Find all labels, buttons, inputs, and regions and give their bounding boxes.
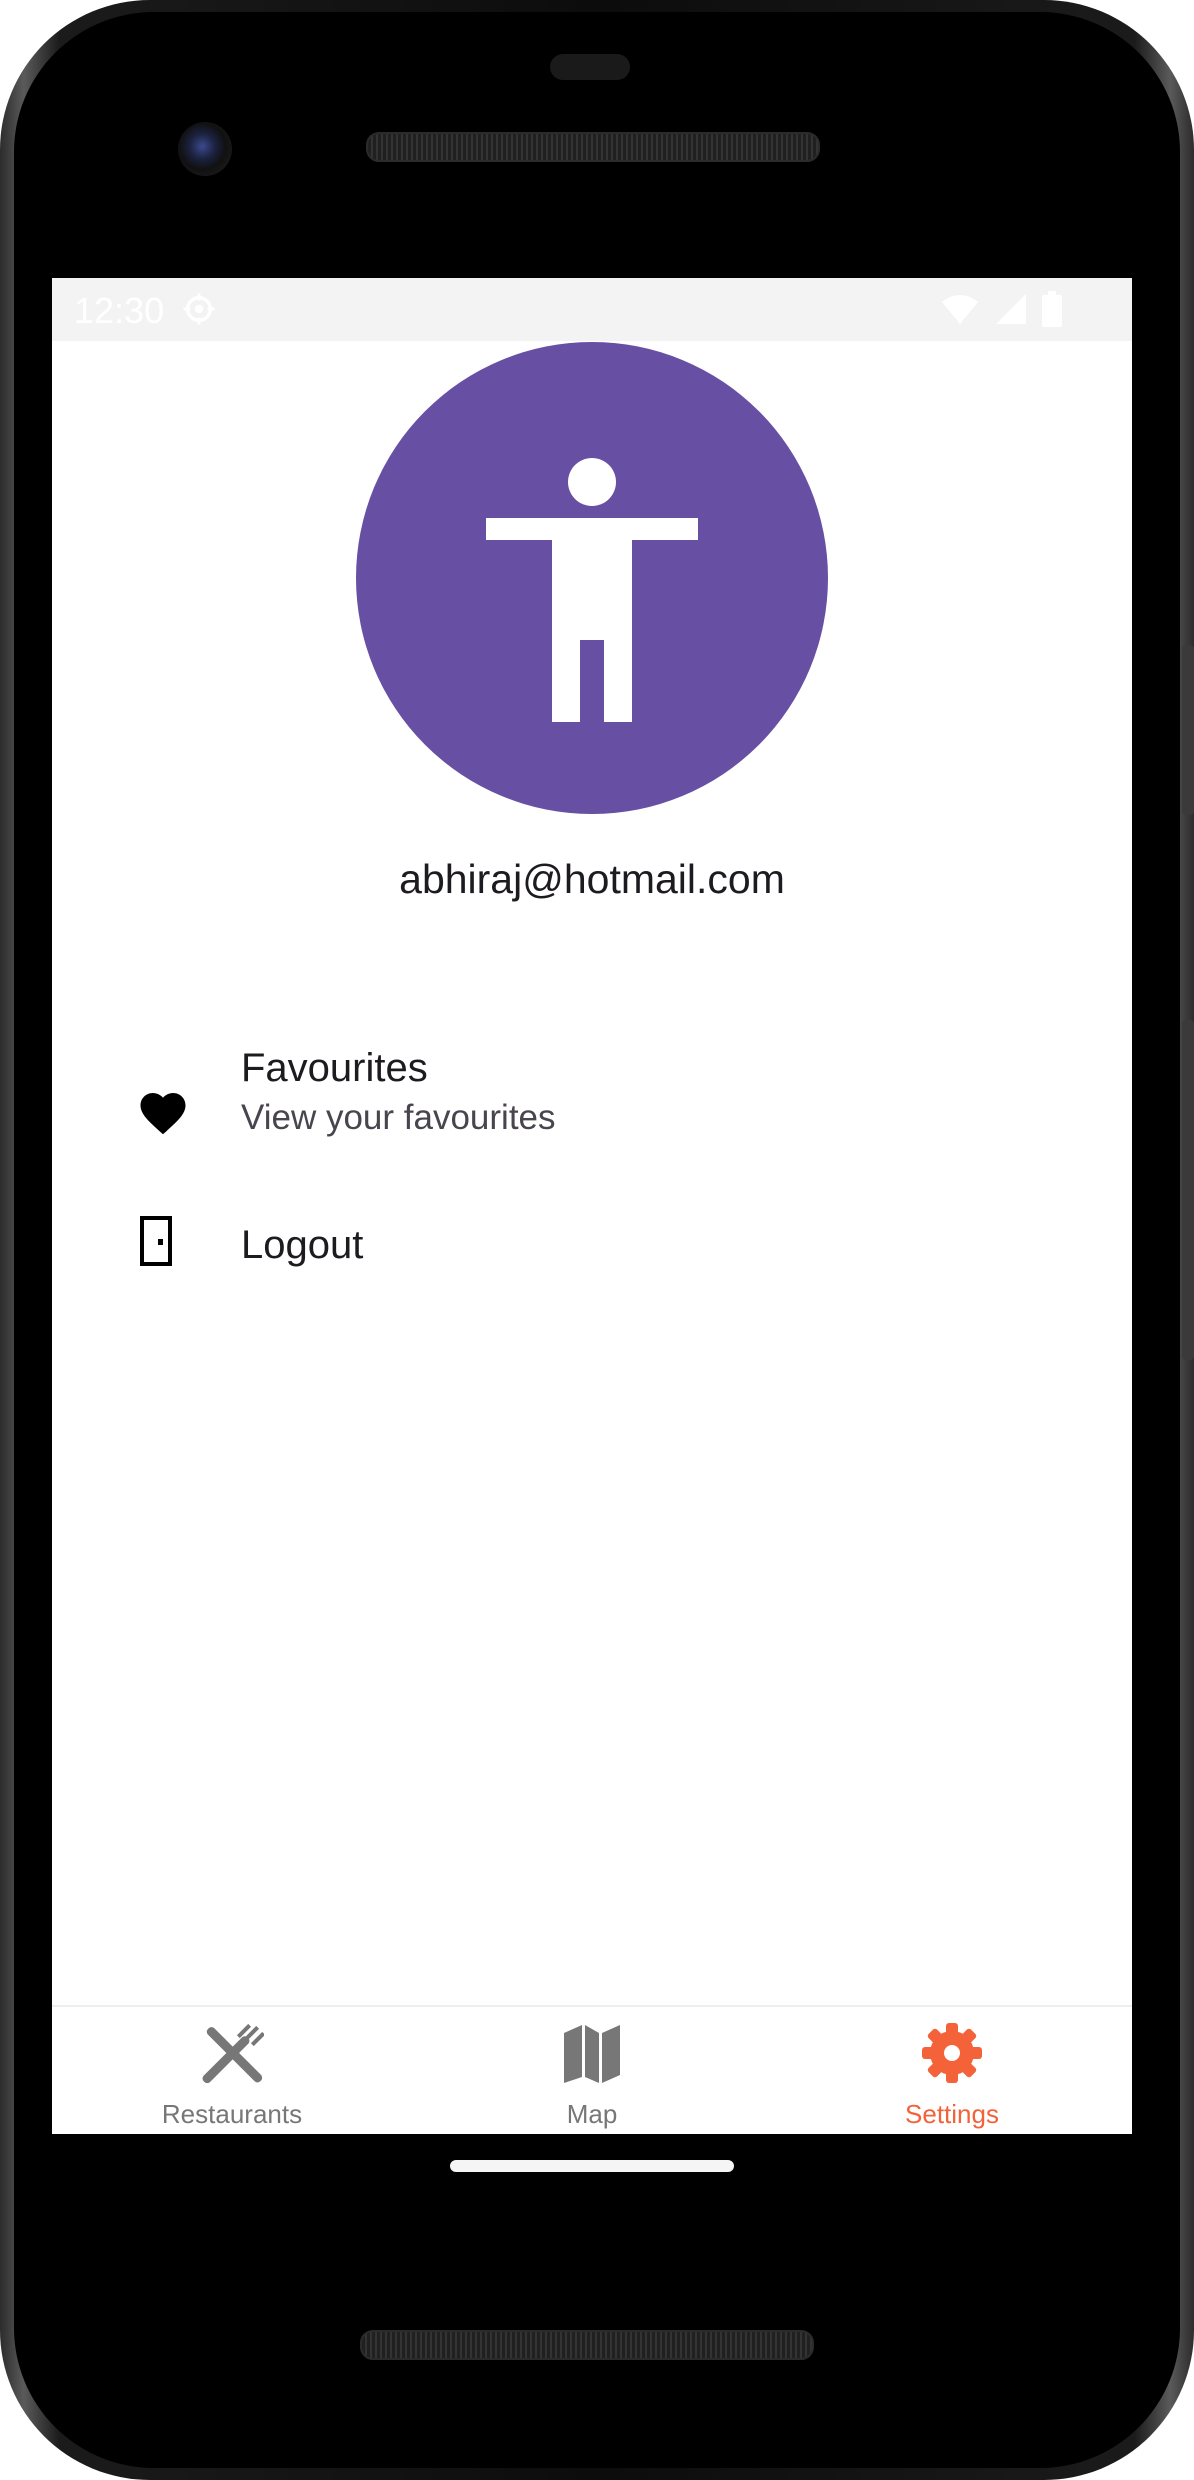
restaurant-icon [202,2023,264,2084]
volume-button [1182,1020,1194,1360]
status-icons [940,290,1062,328]
menu-item-logout[interactable]: Logout [52,1183,1132,1333]
map-icon [564,2025,620,2083]
settings-icon [922,2023,982,2083]
front-camera [178,122,232,176]
favourites-title: Favourites [241,1046,428,1090]
wifi-icon [942,295,978,324]
nav-label-settings: Settings [905,2099,999,2129]
bottom-navigation: Restaurants Map Settings [52,2005,1132,2134]
nav-tab-settings[interactable]: Settings [772,2007,1132,2134]
battery-icon [1042,291,1062,327]
status-time: 12:30 [74,290,165,331]
favourites-subtitle: View your favourites [241,1098,556,1137]
nav-tab-restaurants[interactable]: Restaurants [52,2007,412,2134]
menu-item-favourites[interactable]: Favourites View your favourites [52,978,1132,1158]
door-icon [140,1216,172,1266]
accessibility-icon [486,458,698,722]
logout-title: Logout [241,1223,364,1267]
status-bar: 12:30 [52,278,1132,341]
heart-icon [140,1093,186,1135]
nav-label-map: Map [566,2099,618,2129]
phone-frame: 12:30 abhiraj@hotmail.com Favourites Vie… [0,0,1194,2480]
bottom-speaker-grille [360,2330,814,2360]
power-button [1182,645,1194,815]
cell-signal-icon [996,294,1026,324]
settings-status-icon [183,293,215,325]
nav-tab-map[interactable]: Map [412,2007,772,2134]
nav-label-restaurants: Restaurants [161,2099,303,2129]
profile-avatar [356,342,828,814]
app-screen: 12:30 abhiraj@hotmail.com Favourites Vie… [52,278,1132,2134]
earpiece-notch [550,54,630,80]
home-indicator[interactable] [450,2160,734,2172]
profile-email: abhiraj@hotmail.com [399,856,785,902]
top-speaker-grille [366,132,820,162]
